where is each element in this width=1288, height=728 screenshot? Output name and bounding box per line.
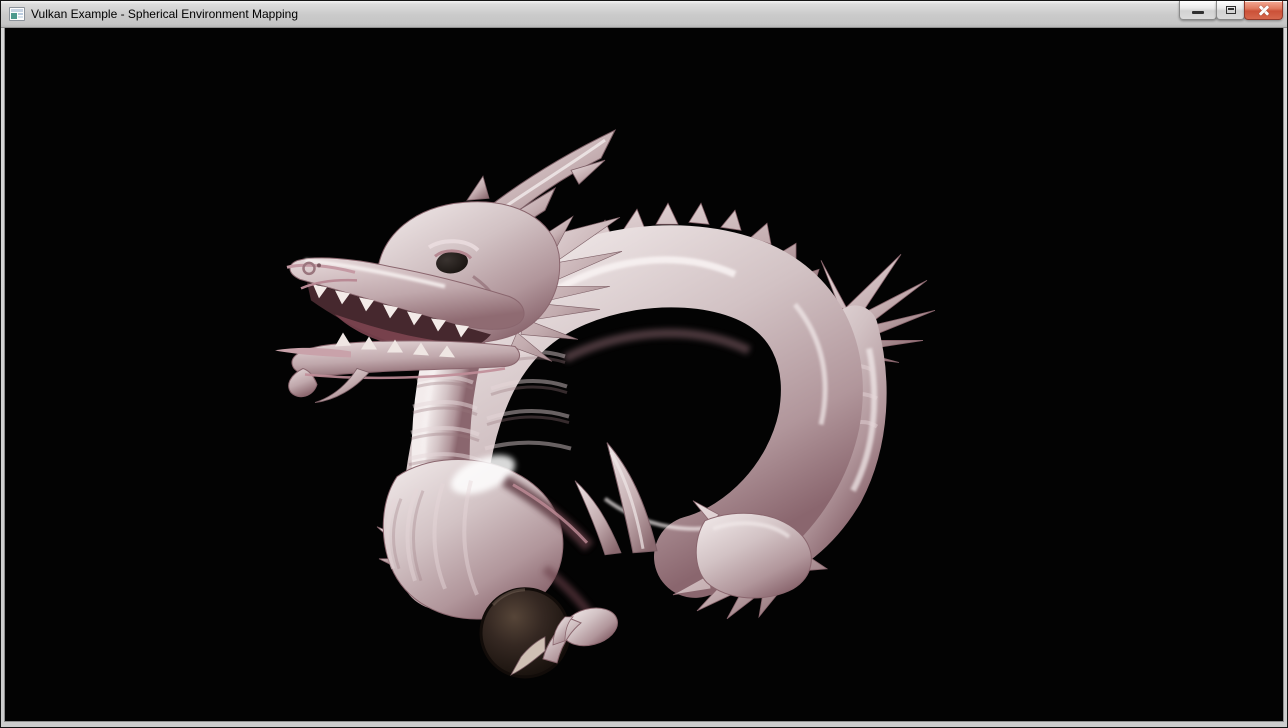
minimize-button[interactable]	[1179, 1, 1217, 20]
window-title: Vulkan Example - Spherical Environment M…	[31, 1, 298, 28]
titlebar[interactable]: Vulkan Example - Spherical Environment M…	[1, 1, 1287, 28]
dragon-render	[5, 28, 1283, 721]
app-icon-line	[18, 13, 23, 15]
viewport-background	[5, 28, 1283, 721]
minimize-icon	[1192, 11, 1204, 14]
maximize-icon	[1226, 6, 1236, 14]
app-icon	[9, 7, 25, 21]
app-icon-pane	[11, 13, 17, 19]
window-controls	[1180, 1, 1283, 20]
app-window: Vulkan Example - Spherical Environment M…	[0, 0, 1288, 728]
window-frame	[1, 28, 1287, 727]
app-icon-titlebar-stripe	[11, 9, 23, 12]
render-viewport[interactable]	[5, 28, 1283, 721]
app-icon-line	[18, 16, 23, 18]
close-icon	[1257, 3, 1271, 17]
maximize-button[interactable]	[1216, 1, 1245, 20]
close-button[interactable]	[1244, 1, 1283, 20]
dragon-nostril	[317, 263, 321, 267]
